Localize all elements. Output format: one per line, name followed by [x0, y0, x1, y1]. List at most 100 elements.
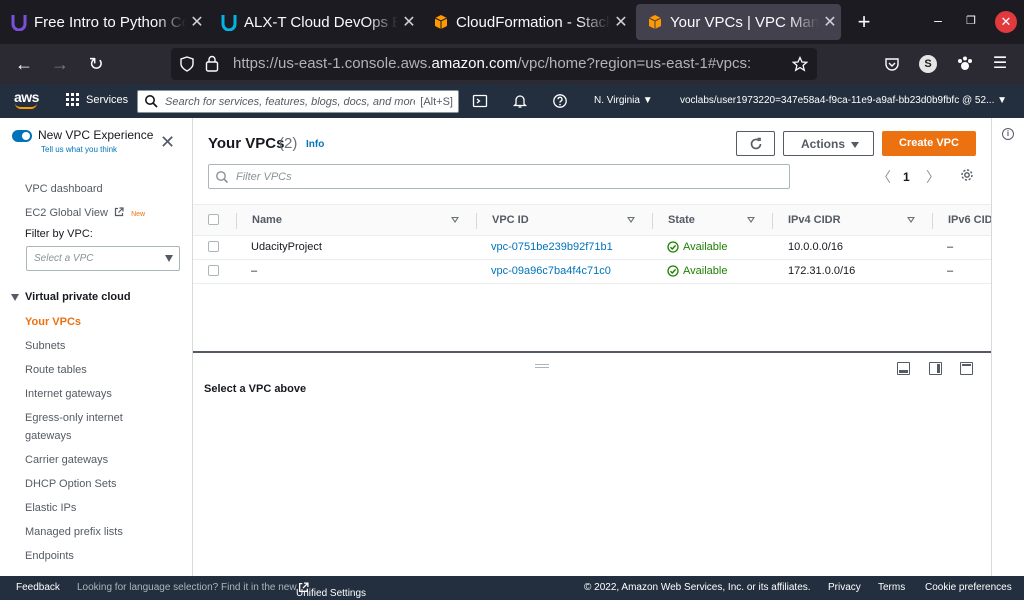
forward-arrow-icon[interactable]: → [50, 54, 70, 74]
sidebar-item-subnets[interactable]: Subnets [25, 340, 65, 352]
table-row[interactable]: UdacityProject vpc-0751be239b92f71b1 Ava… [193, 236, 991, 260]
sidebar-item-route-tables[interactable]: Route tables [25, 364, 87, 376]
page-number[interactable]: 1 [903, 170, 910, 184]
aws-logo[interactable]: aws [14, 89, 39, 109]
sidebar-item-carrier-gateways[interactable]: Carrier gateways [25, 454, 108, 466]
cloudshell-icon[interactable] [472, 93, 488, 109]
extension-paw-icon[interactable] [956, 55, 974, 73]
vpc-id-link[interactable]: vpc-0751be239b92f71b1 [491, 241, 613, 253]
close-tab-icon[interactable]: ✕ [610, 12, 632, 32]
search-placeholder: Search for services, features, blogs, do… [165, 96, 415, 108]
row-checkbox[interactable] [208, 265, 219, 276]
sidebar-item-label: EC2 Global View [25, 207, 108, 219]
split-panel-divider[interactable] [193, 351, 991, 353]
caret-down-icon [851, 142, 859, 148]
ipv4-cidr: 172.31.0.0/16 [788, 265, 856, 277]
close-icon[interactable]: ✕ [160, 133, 175, 151]
sort-caret-icon[interactable] [627, 217, 635, 223]
window-close-button[interactable]: ✕ [995, 11, 1017, 33]
refresh-button[interactable] [736, 131, 775, 156]
gear-icon[interactable] [960, 168, 974, 182]
privacy-link[interactable]: Privacy [828, 582, 861, 593]
lock-icon[interactable] [205, 55, 219, 72]
drag-handle-icon[interactable] [535, 364, 549, 368]
sidebar-item-egress-only-internet-gateways[interactable]: Egress-only internet [25, 412, 123, 424]
row-checkbox[interactable] [208, 241, 219, 252]
info-link[interactable]: Info [306, 139, 324, 150]
sort-caret-icon[interactable] [907, 217, 915, 223]
sidebar-item-internet-gateways[interactable]: Internet gateways [25, 388, 112, 400]
collapse-caret-icon [11, 293, 19, 301]
column-header-state[interactable]: State [668, 214, 695, 226]
browser-tab[interactable]: ALX-T Cloud DevOps Engineer ✕ [210, 4, 420, 40]
split-side-icon[interactable] [929, 362, 942, 375]
section-virtual-private-cloud[interactable]: Virtual private cloud [11, 291, 131, 303]
unified-settings-link[interactable]: Unified Settings [296, 582, 366, 599]
hamburger-menu-icon[interactable]: ☰ [990, 54, 1010, 74]
column-header-ipv4-cidr[interactable]: IPv4 CIDR [788, 214, 841, 226]
restore-icon[interactable]: ❐ [961, 14, 981, 27]
reload-icon[interactable]: ↻ [86, 54, 106, 74]
create-vpc-button[interactable]: Create VPC [882, 131, 976, 156]
bookmark-star-icon[interactable] [792, 56, 808, 72]
sidebar-item-endpoints[interactable]: Endpoints [25, 550, 74, 562]
close-tab-icon[interactable]: ✕ [819, 12, 841, 32]
previous-page-icon[interactable]: 〈 [877, 167, 891, 187]
account-menu[interactable]: voclabs/user1973220=347e58a4-f9ca-11e9-a… [680, 95, 1007, 106]
refresh-icon [750, 137, 762, 150]
pocket-icon[interactable] [884, 56, 900, 72]
filter-by-vpc-select[interactable]: Select a VPC [26, 246, 180, 271]
vpc-id-link[interactable]: vpc-09a96c7ba4f4c71c0 [491, 265, 611, 277]
region-selector[interactable]: N. Virginia ▼ [594, 95, 653, 106]
sidebar-item-your-vpcs[interactable]: Your VPCs [25, 316, 81, 328]
column-header-name[interactable]: Name [252, 214, 282, 226]
filter-vpcs-input[interactable]: Filter VPCs [208, 164, 790, 189]
aws-search-input[interactable]: Search for services, features, blogs, do… [137, 90, 459, 113]
cookie-preferences-link[interactable]: Cookie preferences [925, 582, 1012, 593]
caret-down-icon [165, 255, 173, 262]
help-icon[interactable] [552, 93, 568, 109]
browser-tab[interactable]: Free Intro to Python Course ✕ [0, 4, 208, 40]
services-menu-button[interactable]: Services [66, 93, 128, 106]
notifications-bell-icon[interactable] [512, 93, 528, 109]
column-header-vpc-id[interactable]: VPC ID [492, 214, 529, 226]
sidebar-item-dhcp-option-sets[interactable]: DHCP Option Sets [25, 478, 117, 490]
table-header-row: Name VPC ID State IPv4 CIDR IPv6 CIDR [193, 204, 991, 236]
filter-by-vpc-label: Filter by VPC: [25, 228, 93, 240]
info-icon[interactable]: i [1002, 128, 1014, 140]
new-experience-toggle[interactable] [12, 130, 32, 142]
browser-tab-active[interactable]: Your VPCs | VPC Management Console ✕ [636, 4, 841, 40]
profile-avatar[interactable]: S [919, 55, 937, 73]
minimize-icon[interactable]: – [928, 12, 948, 28]
sidebar-item-managed-prefix-lists[interactable]: Managed prefix lists [25, 526, 123, 538]
next-page-icon[interactable]: 〉 [926, 167, 940, 187]
column-divider [652, 213, 653, 229]
feedback-link[interactable]: Feedback [16, 582, 60, 593]
grid-icon [66, 93, 79, 106]
sidebar-item-vpc-dashboard[interactable]: VPC dashboard [25, 183, 103, 195]
feedback-link[interactable]: Tell us what you think [41, 145, 117, 154]
close-tab-icon[interactable]: ✕ [186, 12, 208, 32]
shield-icon[interactable] [179, 56, 195, 72]
back-arrow-icon[interactable]: ← [14, 54, 34, 74]
tab-title: CloudFormation - Stacks [456, 13, 610, 31]
select-all-checkbox[interactable] [208, 214, 219, 225]
table-row[interactable]: – vpc-09a96c7ba4f4c71c0 Available 172.31… [193, 260, 991, 284]
sidebar-item-ec2-global-view[interactable]: EC2 Global View New [25, 207, 145, 219]
close-tab-icon[interactable]: ✕ [398, 12, 420, 32]
split-bottom-icon[interactable] [897, 362, 910, 375]
split-full-icon[interactable] [960, 362, 973, 375]
url-bar[interactable]: https://us-east-1.console.aws.amazon.com… [171, 48, 817, 80]
new-tab-button[interactable]: + [852, 10, 876, 34]
browser-tab[interactable]: CloudFormation - Stacks ✕ [422, 4, 632, 40]
copyright-text: © 2022, Amazon Web Services, Inc. or its… [584, 582, 811, 593]
sidebar-item-elastic-ips[interactable]: Elastic IPs [25, 502, 76, 514]
search-icon [216, 171, 229, 184]
sort-caret-icon[interactable] [451, 217, 459, 223]
actions-dropdown-button[interactable]: Actions [783, 131, 874, 156]
sidebar-item-egress-only-internet-gateways[interactable]: gateways [25, 430, 71, 442]
aws-cube-icon [432, 13, 450, 31]
sort-caret-icon[interactable] [747, 217, 755, 223]
terms-link[interactable]: Terms [878, 582, 905, 593]
column-header-ipv6-cidr[interactable]: IPv6 CIDR [948, 214, 991, 226]
